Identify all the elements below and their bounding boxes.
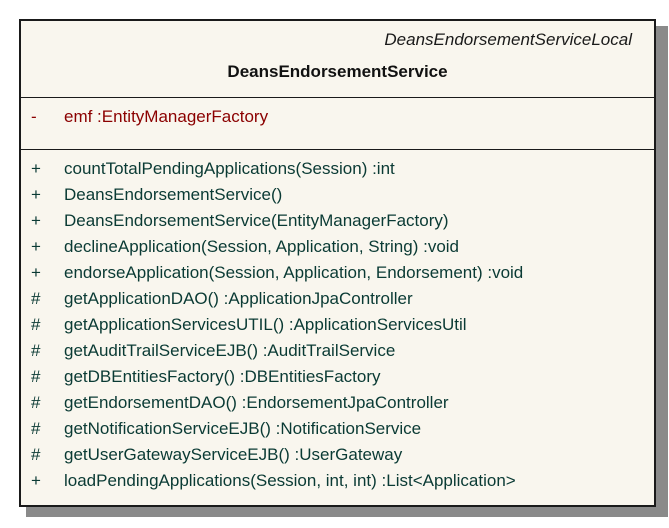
operation-row[interactable]: + DeansEndorsementService() — [21, 182, 654, 208]
operation-signature: getApplicationServicesUTIL() :Applicatio… — [64, 315, 467, 334]
operation-visibility: # — [31, 419, 41, 438]
operation-visibility: + — [31, 471, 41, 490]
attribute-visibility: - — [31, 107, 37, 126]
operation-visibility: + — [31, 237, 41, 256]
operation-row[interactable]: + DeansEndorsementService(EntityManagerF… — [21, 208, 654, 234]
operation-row[interactable]: + endorseApplication(Session, Applicatio… — [21, 260, 654, 286]
operation-visibility: # — [31, 367, 41, 386]
class-stereotype: DeansEndorsementServiceLocal — [384, 30, 632, 49]
operation-visibility: # — [31, 289, 41, 308]
operation-signature: DeansEndorsementService() — [64, 185, 283, 204]
operation-signature: endorseApplication(Session, Application,… — [64, 263, 524, 282]
operation-row[interactable]: # getEndorsementDAO() :EndorsementJpaCon… — [21, 390, 654, 416]
operations-compartment: + countTotalPendingApplications(Session)… — [21, 150, 654, 494]
operation-signature: getAuditTrailServiceEJB() :AuditTrailSer… — [64, 341, 396, 360]
operation-signature: loadPendingApplications(Session, int, in… — [64, 471, 516, 490]
operation-row[interactable]: # getNotificationServiceEJB() :Notificat… — [21, 416, 654, 442]
operation-signature: countTotalPendingApplications(Session) :… — [64, 159, 395, 178]
class-header: DeansEndorsementServiceLocal DeansEndors… — [21, 21, 654, 98]
operation-row[interactable]: + loadPendingApplications(Session, int, … — [21, 468, 654, 494]
operation-row[interactable]: + declineApplication(Session, Applicatio… — [21, 234, 654, 260]
operation-visibility: + — [31, 263, 41, 282]
operation-row[interactable]: + countTotalPendingApplications(Session)… — [21, 156, 654, 182]
operation-visibility: + — [31, 211, 41, 230]
operation-visibility: # — [31, 393, 41, 412]
operation-signature: declineApplication(Session, Application,… — [64, 237, 460, 256]
operation-visibility: # — [31, 445, 41, 464]
operation-visibility: + — [31, 159, 41, 178]
operation-row[interactable]: # getDBEntitiesFactory() :DBEntitiesFact… — [21, 364, 654, 390]
operation-row[interactable]: # getUserGatewayServiceEJB() :UserGatewa… — [21, 442, 654, 468]
attributes-compartment: - emf :EntityManagerFactory — [21, 98, 654, 150]
operation-signature: getApplicationDAO() :ApplicationJpaContr… — [64, 289, 413, 308]
operation-signature: getDBEntitiesFactory() :DBEntitiesFactor… — [64, 367, 381, 386]
operation-visibility: # — [31, 341, 41, 360]
class-name: DeansEndorsementService — [227, 62, 448, 81]
operation-row[interactable]: # getApplicationDAO() :ApplicationJpaCon… — [21, 286, 654, 312]
operation-row[interactable]: # getAuditTrailServiceEJB() :AuditTrailS… — [21, 338, 654, 364]
operation-row[interactable]: # getApplicationServicesUTIL() :Applicat… — [21, 312, 654, 338]
operation-signature: getNotificationServiceEJB() :Notificatio… — [64, 419, 422, 438]
operation-signature: getEndorsementDAO() :EndorsementJpaContr… — [64, 393, 449, 412]
attribute-row[interactable]: - emf :EntityManagerFactory — [21, 107, 654, 129]
operation-signature: getUserGatewayServiceEJB() :UserGateway — [64, 445, 403, 464]
operation-visibility: # — [31, 315, 41, 334]
operation-visibility: + — [31, 185, 41, 204]
uml-class-box[interactable]: DeansEndorsementServiceLocal DeansEndors… — [19, 19, 656, 507]
attribute-signature: emf :EntityManagerFactory — [64, 107, 269, 126]
operation-signature: DeansEndorsementService(EntityManagerFac… — [64, 211, 449, 230]
